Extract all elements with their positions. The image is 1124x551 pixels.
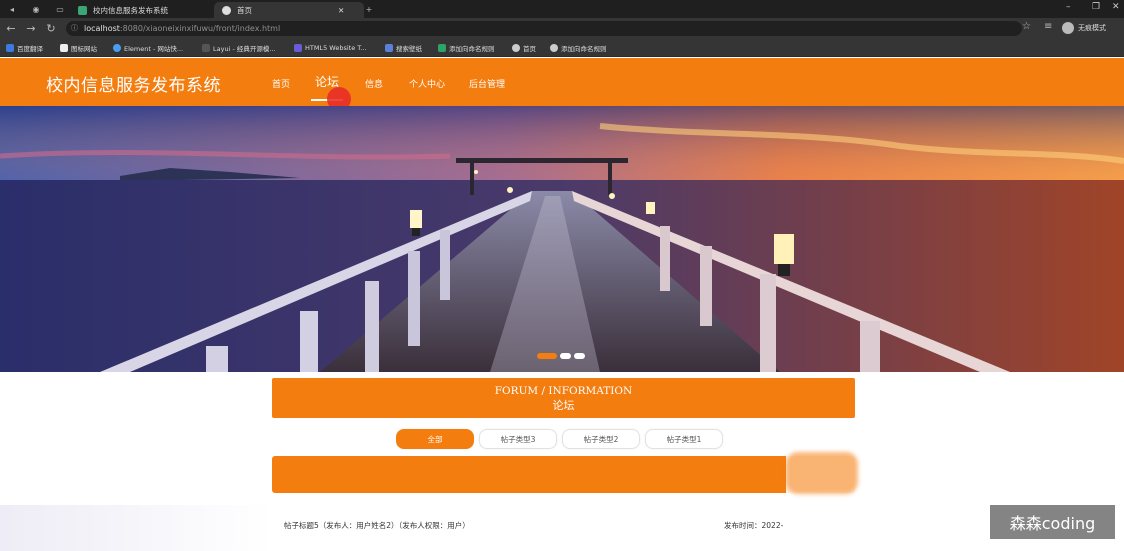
nav-home[interactable]: 首页	[272, 77, 290, 90]
nav-profile[interactable]: 个人中心	[409, 77, 445, 90]
wallpaper-icon	[385, 44, 393, 52]
filter-type2-button[interactable]: 帖子类型2	[562, 429, 640, 449]
minimize-button[interactable]: –	[1066, 2, 1071, 12]
site-header: 校内信息服务发布系统 首页 论坛 信息 个人中心 后台管理	[0, 58, 1124, 106]
tab-search-icon[interactable]: ◂	[6, 3, 18, 15]
bookmark-item[interactable]: Element - 网站快...	[113, 42, 183, 54]
tab-label: 校内信息服务发布系统	[93, 5, 168, 15]
blur-overlay-left	[0, 505, 272, 551]
url-input[interactable]: ⓘ localhost:8080/xiaoneixinxifuwu/front/…	[66, 21, 1022, 36]
bookmark-label: 添加向命名规则	[561, 45, 607, 53]
carousel-indicators	[537, 353, 585, 359]
profile-button[interactable]: 无痕模式	[1062, 21, 1106, 35]
translate-icon	[6, 44, 14, 52]
back-icon[interactable]: ←	[4, 21, 18, 35]
tab-system[interactable]: 校内信息服务发布系统	[70, 2, 220, 18]
bookmark-label: 图标网站	[71, 45, 97, 53]
address-toolbar: ← → ↻ ⓘ localhost:8080/xiaoneixinxifuwu/…	[0, 18, 1124, 39]
bookmark-item[interactable]: 百度翻译	[6, 42, 43, 54]
post-title[interactable]: 帖子标题5（发布人：用户姓名2）（发布人权限：用户）	[284, 520, 470, 531]
banner-image	[0, 106, 1124, 372]
carousel-dot[interactable]	[537, 353, 557, 359]
layui-icon	[202, 44, 210, 52]
site-title: 校内信息服务发布系统	[46, 76, 221, 96]
reading-list-icon[interactable]: ≡	[1044, 21, 1052, 32]
watermark: 森森coding	[990, 505, 1115, 539]
forum-heading-cn: 论坛	[552, 399, 575, 412]
bookmark-item[interactable]: 添加向命名规则	[438, 42, 495, 54]
url-path: :8080/xiaoneixinxifuwu/front/index.html	[119, 24, 281, 33]
bookmark-item[interactable]: 首页	[512, 42, 536, 54]
bookmark-label: 首页	[523, 45, 536, 53]
close-window-button[interactable]: ✕	[1112, 2, 1120, 12]
globe-icon	[550, 44, 558, 52]
bookmark-item[interactable]: 添加向命名规则	[550, 42, 607, 54]
filter-type3-button[interactable]: 帖子类型3	[479, 429, 557, 449]
banner-carousel[interactable]	[0, 106, 1124, 372]
bookmark-item[interactable]: HTML5 Website T...	[294, 42, 367, 54]
forum-filter-group: 全部 帖子类型3 帖子类型2 帖子类型1	[396, 429, 723, 449]
forum-list-header-bar	[272, 456, 855, 493]
new-tab-button[interactable]: +	[363, 3, 375, 15]
element-icon	[113, 44, 121, 52]
filter-type1-button[interactable]: 帖子类型1	[645, 429, 723, 449]
globe-icon	[512, 44, 520, 52]
close-tab-icon[interactable]: ✕	[330, 2, 350, 18]
globe-icon	[222, 5, 231, 15]
post-time: 发布时间：2022-	[724, 521, 784, 530]
bookmark-label: Element - 网站快...	[124, 45, 184, 53]
carousel-dot[interactable]	[560, 353, 571, 359]
browser-tab-strip: ◂ ◉ ▭ 校内信息服务发布系统 首页 ✕ + – ❐ ✕	[0, 0, 1124, 18]
globe-icon[interactable]: ◉	[30, 3, 42, 15]
nav-info[interactable]: 信息	[365, 77, 383, 90]
window-icon[interactable]: ▭	[54, 3, 66, 15]
star-icon[interactable]: ☆	[1022, 21, 1031, 32]
forum-section-heading: FORUM / INFORMATION 论坛	[272, 378, 855, 418]
html5-icon	[294, 44, 302, 52]
bookmark-label: HTML5 Website T...	[305, 44, 367, 52]
filter-all-button[interactable]: 全部	[396, 429, 474, 449]
bookmark-item[interactable]: Layui - 经典开源模...	[202, 42, 276, 54]
nav-admin[interactable]: 后台管理	[469, 77, 505, 90]
bookmarks-bar: 百度翻译 图标网站 Element - 网站快... Layui - 经典开源模…	[0, 39, 1124, 57]
bookmark-item[interactable]: 图标网站	[60, 42, 97, 54]
bookmark-label: 添加向命名规则	[449, 45, 495, 53]
bookmark-label: 搜索壁纸	[396, 45, 422, 53]
vue-icon	[78, 5, 87, 15]
info-icon: ⓘ	[71, 24, 78, 32]
forum-post-row[interactable]: 帖子标题5（发布人：用户姓名2）（发布人权限：用户） 发布时间：2022-	[272, 508, 855, 542]
incognito-icon	[1062, 22, 1074, 34]
blurred-chip	[786, 452, 858, 494]
bookmark-label: Layui - 经典开源模...	[213, 45, 276, 53]
maximize-button[interactable]: ❐	[1092, 2, 1100, 12]
bookmark-label: 百度翻译	[17, 45, 43, 53]
flag-icon	[60, 44, 68, 52]
doc-icon	[438, 44, 446, 52]
forum-heading-en: FORUM / INFORMATION	[494, 385, 633, 397]
bookmark-item[interactable]: 搜索壁纸	[385, 42, 422, 54]
profile-label: 无痕模式	[1078, 24, 1106, 32]
reload-icon[interactable]: ↻	[44, 21, 58, 35]
tab-label: 首页	[237, 5, 252, 15]
forward-icon[interactable]: →	[24, 21, 38, 35]
url-host: localhost	[84, 24, 120, 33]
carousel-dot[interactable]	[574, 353, 585, 359]
